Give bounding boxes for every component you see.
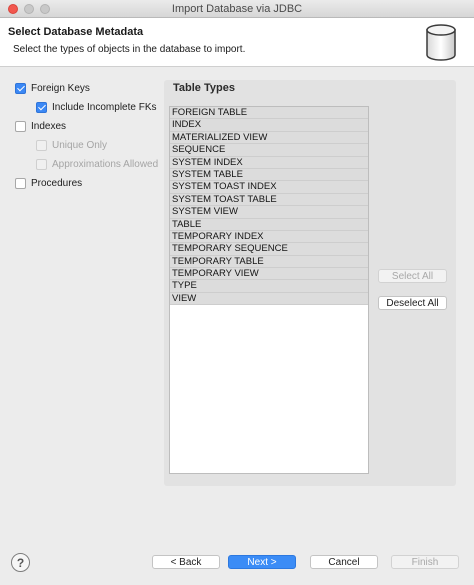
list-item[interactable]: TABLE: [170, 218, 368, 231]
include-incomplete-fks-label: Include Incomplete FKs: [52, 101, 157, 113]
list-item[interactable]: SYSTEM VIEW: [170, 206, 368, 219]
foreign-keys-checkbox[interactable]: Foreign Keys: [15, 81, 90, 95]
list-item[interactable]: SYSTEM TOAST TABLE: [170, 193, 368, 207]
page-title: Select Database Metadata: [8, 26, 144, 38]
checkbox-disabled-icon: [36, 139, 47, 151]
foreign-keys-label: Foreign Keys: [31, 82, 90, 94]
select-all-button[interactable]: Select All: [378, 269, 447, 283]
checkbox-unchecked-icon[interactable]: [15, 177, 26, 189]
include-incomplete-fks-checkbox[interactable]: Include Incomplete FKs: [36, 100, 157, 114]
help-icon[interactable]: ?: [11, 553, 30, 572]
list-item[interactable]: FOREIGN TABLE: [170, 107, 368, 120]
procedures-checkbox[interactable]: Procedures: [15, 176, 82, 190]
checkbox-disabled-icon: [36, 158, 47, 170]
unique-only-label: Unique Only: [52, 139, 108, 151]
table-types-list[interactable]: FOREIGN TABLE INDEX MATERIALIZED VIEW SE…: [169, 106, 369, 474]
list-item[interactable]: TEMPORARY TABLE: [170, 255, 368, 269]
deselect-all-button[interactable]: Deselect All: [378, 296, 447, 310]
list-item[interactable]: TEMPORARY VIEW: [170, 268, 368, 281]
list-item[interactable]: SYSTEM TOAST INDEX: [170, 181, 368, 194]
next-button[interactable]: Next >: [228, 555, 296, 569]
procedures-label: Procedures: [31, 177, 83, 189]
checkbox-checked-icon[interactable]: [15, 82, 26, 94]
list-item[interactable]: INDEX: [170, 119, 368, 132]
list-item[interactable]: MATERIALIZED VIEW: [170, 131, 368, 145]
list-item[interactable]: SYSTEM INDEX: [170, 156, 368, 169]
list-item[interactable]: TEMPORARY INDEX: [170, 230, 368, 244]
wizard-banner: Select Database Metadata Select the type…: [0, 18, 474, 67]
indexes-checkbox[interactable]: Indexes: [15, 119, 66, 133]
indexes-label: Indexes: [31, 120, 67, 132]
approximations-allowed-label: Approximations Allowed: [52, 158, 159, 170]
unique-only-checkbox: Unique Only: [36, 138, 107, 152]
checkbox-checked-icon[interactable]: [36, 101, 47, 113]
title-bar: Import Database via JDBC: [0, 0, 474, 18]
table-types-label: Table Types: [173, 82, 235, 94]
back-button[interactable]: < Back: [152, 555, 220, 569]
approximations-allowed-checkbox: Approximations Allowed: [36, 157, 158, 171]
window-title: Import Database via JDBC: [171, 3, 303, 15]
cancel-button[interactable]: Cancel: [310, 555, 378, 569]
finish-button[interactable]: Finish: [391, 555, 459, 569]
list-item[interactable]: VIEW: [170, 292, 368, 306]
list-item[interactable]: TYPE: [170, 280, 368, 293]
list-item[interactable]: SYSTEM TABLE: [170, 168, 368, 182]
page-description: Select the types of objects in the datab…: [13, 44, 246, 55]
checkbox-unchecked-icon[interactable]: [15, 120, 26, 132]
list-item[interactable]: SEQUENCE: [170, 144, 368, 157]
database-icon: [426, 24, 456, 61]
list-item[interactable]: TEMPORARY SEQUENCE: [170, 243, 368, 256]
